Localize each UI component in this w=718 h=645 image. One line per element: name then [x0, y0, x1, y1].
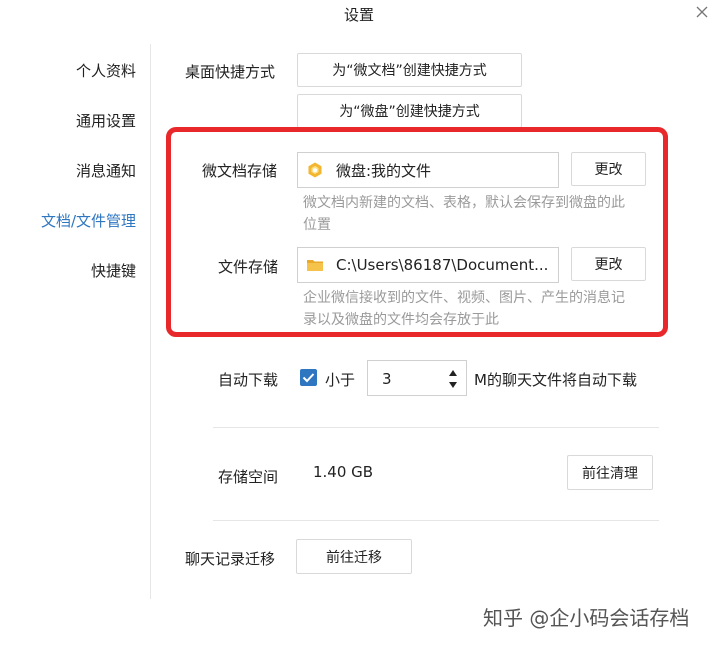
file-storage-path: C:\Users\86187\Document... — [336, 256, 549, 274]
doc-storage-change-button[interactable]: 更改 — [571, 152, 646, 186]
migrate-label: 聊天记录迁移 — [185, 550, 276, 568]
file-storage-description: 企业微信接收到的文件、视频、图片、产生的消息记录以及微盘的文件均会存放于此 — [303, 290, 625, 328]
doc-storage-label: 微文档存储 — [202, 162, 278, 180]
section-divider — [213, 427, 659, 428]
sidebar-item-shortcuts[interactable]: 快捷键 — [91, 260, 136, 281]
create-doc-shortcut-button[interactable]: 为“微文档”创建快捷方式 — [297, 53, 522, 87]
create-drive-shortcut-button[interactable]: 为“微盘”创建快捷方式 — [297, 94, 522, 128]
doc-storage-description: 微文档内新建的文档、表格，默认会保存到微盘的此位置 — [303, 195, 625, 233]
sidebar-item-profile[interactable]: 个人资料 — [76, 60, 136, 81]
go-migrate-button[interactable]: 前往迁移 — [296, 539, 412, 574]
file-storage-label: 文件存储 — [218, 258, 279, 276]
go-clean-button[interactable]: 前往清理 — [567, 455, 653, 490]
section-divider — [213, 520, 659, 521]
auto-download-checkbox[interactable] — [300, 369, 317, 386]
watermark-text: 知乎 @企小码会话存档 — [483, 606, 690, 630]
sidebar: 个人资料 通用设置 消息通知 文档/文件管理 快捷键 — [0, 44, 150, 599]
shortcut-label: 桌面快捷方式 — [185, 63, 276, 81]
less-than-label: 小于 — [325, 371, 356, 389]
close-icon[interactable] — [694, 4, 710, 20]
sidebar-item-file-management[interactable]: 文档/文件管理 — [41, 210, 136, 231]
storage-label: 存储空间 — [218, 468, 279, 486]
stepper-arrows-icon[interactable] — [448, 367, 458, 391]
sidebar-item-general[interactable]: 通用设置 — [76, 110, 136, 131]
size-stepper[interactable]: 3 — [367, 360, 467, 396]
sidebar-divider — [150, 44, 151, 599]
folder-icon — [306, 256, 324, 274]
doc-storage-path: 微盘:我的文件 — [336, 161, 432, 180]
storage-value: 1.40 GB — [313, 463, 374, 481]
auto-download-label: 自动下载 — [218, 371, 279, 389]
doc-storage-path-field: 微盘:我的文件 — [297, 152, 559, 188]
window-title: 设置 — [343, 6, 374, 24]
file-storage-change-button[interactable]: 更改 — [571, 247, 646, 281]
size-stepper-value: 3 — [382, 370, 392, 388]
file-storage-path-field: C:\Users\86187\Document... — [297, 247, 559, 283]
auto-download-suffix: M的聊天文件将自动下载 — [474, 371, 637, 389]
sidebar-item-notifications[interactable]: 消息通知 — [76, 160, 136, 181]
weipan-drive-icon — [306, 161, 324, 179]
